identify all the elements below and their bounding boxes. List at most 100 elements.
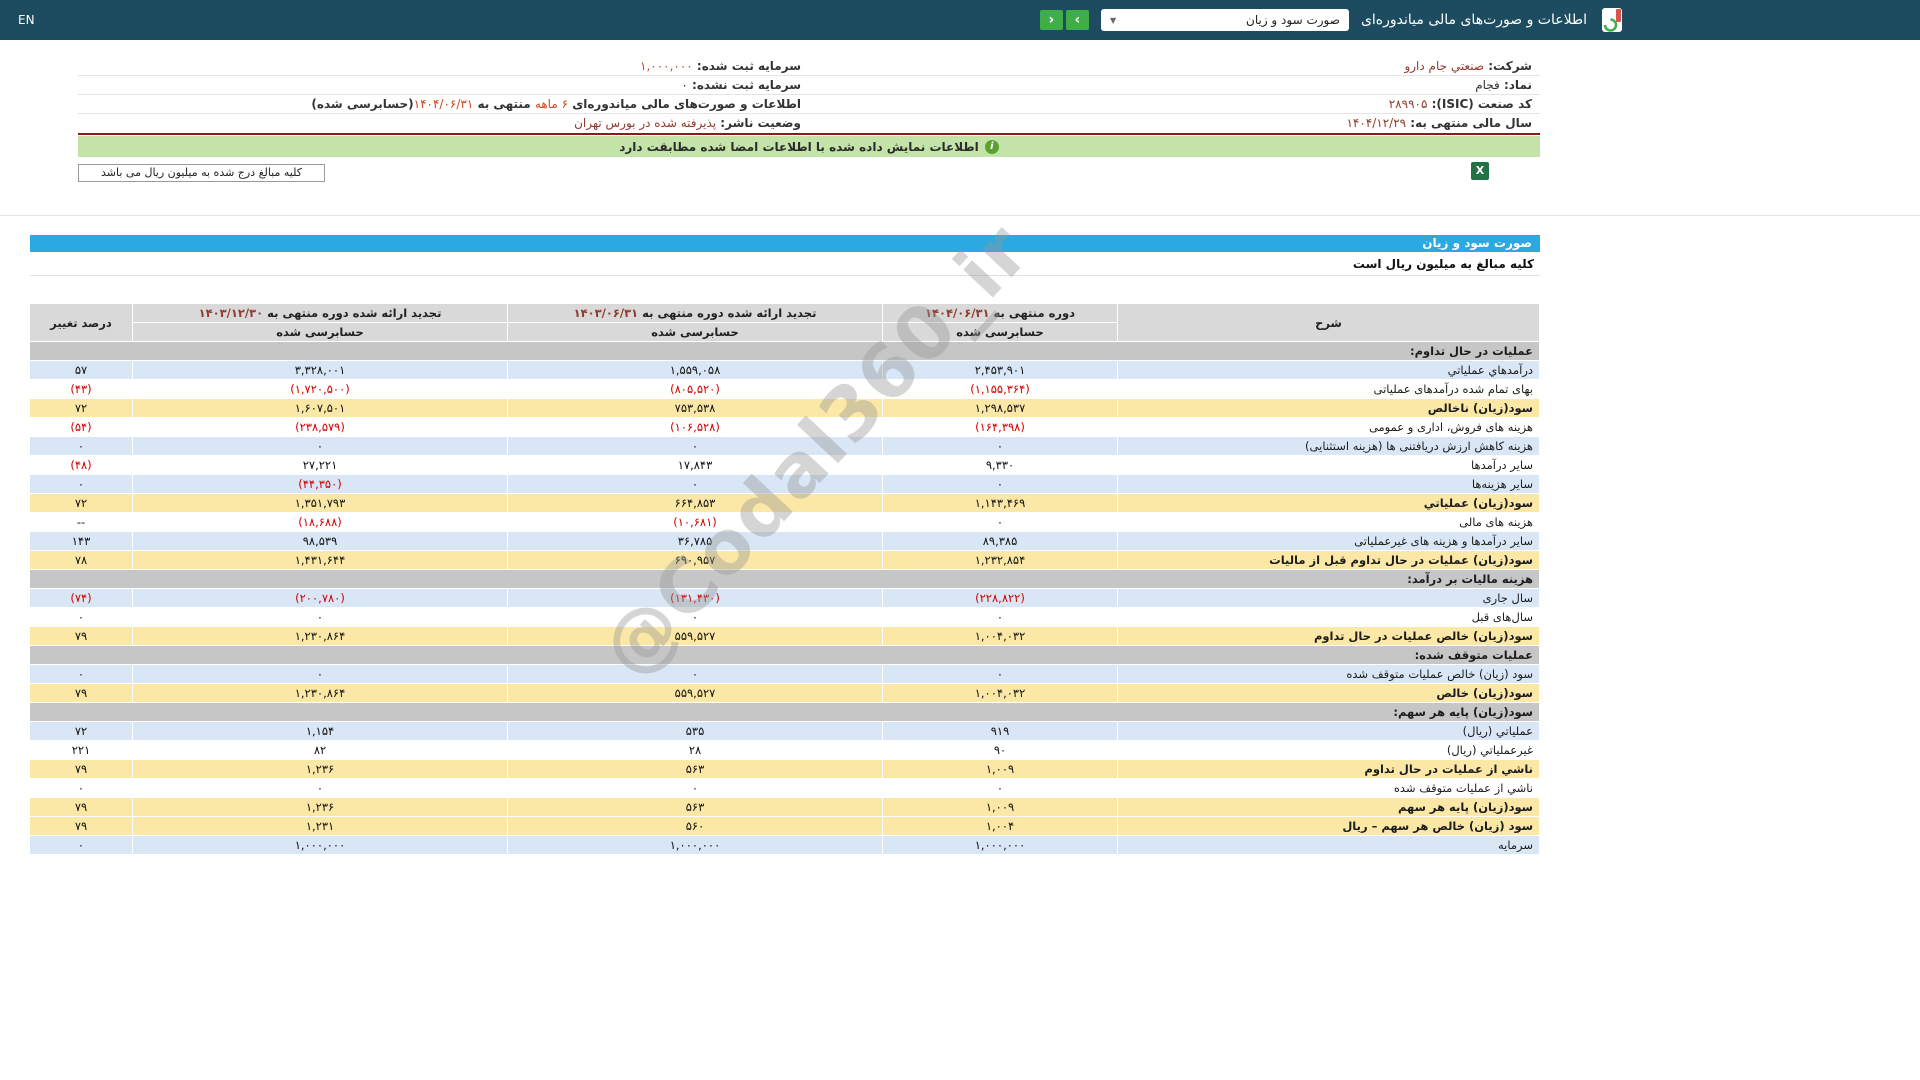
value-cell: ۰ <box>132 778 508 798</box>
period-prefix: دوره منتهی به <box>989 306 1076 320</box>
value-cell: ۱,۳۵۱,۷۹۳ <box>132 493 508 513</box>
value-cell: ۷۹ <box>29 797 133 817</box>
value-cell: ۰ <box>507 778 883 798</box>
value-cell: ۰ <box>29 607 133 627</box>
data-row: غیرعملیاتي (ریال) ۹۰ ۲۸ ۸۲ ۲۲۱ <box>29 740 1540 760</box>
field-label: وضعیت ناشر: <box>716 116 801 130</box>
value-cell: ۱,۲۳۰,۸۶۴ <box>132 683 508 703</box>
value-cell: ۰ <box>882 607 1118 627</box>
value-cell: ۲,۴۵۳,۹۰۱ <box>882 360 1118 380</box>
value-cell: (۴۸) <box>29 455 133 475</box>
value-cell: ۵۷ <box>29 360 133 380</box>
value-cell: ۵۶۳ <box>507 797 883 817</box>
period-date: ۱۴۰۳/۰۶/۳۱ <box>573 306 639 320</box>
field-label: شرکت: <box>1484 59 1532 73</box>
data-row: سایر درآمدها ۹,۳۳۰ ۱۷,۸۴۳ ۲۷,۲۲۱ (۴۸) <box>29 455 1540 475</box>
row-label: سود (زیان) خالص عملیات متوقف شده <box>1117 664 1540 684</box>
row-label: ناشي از عملیات در حال تداوم <box>1117 759 1540 779</box>
prev-period-button[interactable]: ‹ <box>1039 10 1063 30</box>
field-label: سال مالی منتهی به: <box>1406 116 1532 130</box>
row-label: سال‌های قبل <box>1117 607 1540 627</box>
data-row: سود(زیان) عملیات در حال تداوم قبل از مال… <box>29 550 1540 570</box>
value-cell: (۲۳۸,۵۷۹) <box>132 417 508 437</box>
value-cell: (۱۸,۶۸۸) <box>132 512 508 532</box>
row-label: هزینه کاهش ارزش دریافتنی ها (هزینه استثن… <box>1117 436 1540 456</box>
value-cell: ۲۷,۲۲۱ <box>132 455 508 475</box>
row-label: سود(زیان) عملیاتي <box>1117 493 1540 513</box>
value-cell: ۱,۲۳۶ <box>132 797 508 817</box>
value-cell: (۲۰۰,۷۸۰) <box>132 588 508 608</box>
value-cell: (۸۰۵,۵۲۰) <box>507 379 883 399</box>
value-cell: ۱,۲۳۲,۸۵۴ <box>882 550 1118 570</box>
data-row: هزینه کاهش ارزش دریافتنی ها (هزینه استثن… <box>29 436 1540 456</box>
excel-export-button[interactable]: X <box>1471 162 1489 180</box>
next-period-button[interactable]: › <box>1065 10 1089 30</box>
report-select-value: صورت سود و زیان <box>1246 13 1340 27</box>
col-subheader-audited: حسابرسی شده <box>882 322 1118 342</box>
value-cell: ۵۶۳ <box>507 759 883 779</box>
value-cell: ۶۹۰,۹۵۷ <box>507 550 883 570</box>
company-info-cell: سال مالی منتهی به: ۱۴۰۴/۱۲/۲۹ <box>809 114 1540 133</box>
col-subheader-audited: حسابرسی شده <box>507 322 883 342</box>
field-value: صنعتي جام دارو <box>1404 59 1485 73</box>
value-cell: ۳۶,۷۸۵ <box>507 531 883 551</box>
field-value: ۱۴۰۴/۰۶/۳۱ <box>413 97 474 111</box>
col-header-period-current: دوره منتهی به ۱۴۰۴/۰۶/۳۱ <box>882 303 1118 323</box>
row-label: بهای تمام شده درآمدهای عملیاتی <box>1117 379 1540 399</box>
section-label: سود(زیان) پایه هر سهم: <box>29 702 1540 722</box>
value-cell: ۱,۵۵۹,۰۵۸ <box>507 360 883 380</box>
row-label: غیرعملیاتي (ریال) <box>1117 740 1540 760</box>
period-date: ۱۴۰۳/۱۲/۳۰ <box>198 306 264 320</box>
data-row: درآمدهاي عملياتي ۲,۴۵۳,۹۰۱ ۱,۵۵۹,۰۵۸ ۳,۳۲۸,… <box>29 360 1540 380</box>
value-cell: ۵۵۹,۵۲۷ <box>507 626 883 646</box>
company-info-cell: کد صنعت (ISIC): ۲۸۹۹۰۵ <box>809 95 1540 113</box>
company-info-cell: نماد: فجام <box>809 76 1540 94</box>
value-cell: ۹۰ <box>882 740 1118 760</box>
data-row: سال جاری (۲۲۸,۸۲۲) (۱۳۱,۴۳۰) (۲۰۰,۷۸۰) (۷۴) <box>29 588 1540 608</box>
company-info-cell: سرمایه ثبت شده: ۱,۰۰۰,۰۰۰ <box>78 57 809 75</box>
language-toggle-en[interactable]: EN <box>18 0 35 40</box>
data-row: سود(زیان) عملیاتي ۱,۱۴۳,۴۶۹ ۶۶۴,۸۵۳ ۱,۳۵۱,۷… <box>29 493 1540 513</box>
value-cell: ۰ <box>29 436 133 456</box>
row-label: سرمایه <box>1117 835 1540 855</box>
value-cell: ۱,۲۹۸,۵۳۷ <box>882 398 1118 418</box>
value-cell: ۷۲ <box>29 493 133 513</box>
value-cell: ۰ <box>882 664 1118 684</box>
value-cell: (۱۳۱,۴۳۰) <box>507 588 883 608</box>
topbar: اطلاعات و صورت‌های مالی میاندوره‌ای صورت… <box>0 0 1920 40</box>
data-row: سود(زیان) خالص ۱,۰۰۴,۰۳۲ ۵۵۹,۵۲۷ ۱,۲۳۰,۸۶۴ ۷… <box>29 683 1540 703</box>
data-row: هزینه های مالی ۰ (۱۰,۶۸۱) (۱۸,۶۸۸) -- <box>29 512 1540 532</box>
value-cell: (۴۳) <box>29 379 133 399</box>
period-prefix: تجدید ارائه شده دوره منتهی به <box>638 306 817 320</box>
value-cell: ۹۱۹ <box>882 721 1118 741</box>
income-statement-body: عملیات در حال تداوم: درآمدهاي عملياتي ۲,۴۵… <box>29 341 1540 855</box>
row-label: درآمدهاي عملياتي <box>1117 360 1540 380</box>
value-cell: ۱,۰۰۴ <box>882 816 1118 836</box>
value-cell: ۵۶۰ <box>507 816 883 836</box>
data-row: ناشي از عملیات در حال تداوم ۱,۰۰۹ ۵۶۳ ۱,۲۳۶… <box>29 759 1540 779</box>
field-value: ۱,۰۰۰,۰۰۰ <box>640 59 693 73</box>
value-cell: ۳,۳۲۸,۰۰۱ <box>132 360 508 380</box>
value-cell: ۱,۲۳۰,۸۶۴ <box>132 626 508 646</box>
col-header-desc: شرح <box>1117 303 1540 342</box>
data-row: سال‌های قبل ۰ ۰ ۰ ۰ <box>29 607 1540 627</box>
value-cell: ۰ <box>132 664 508 684</box>
unit-note: کلیه مبالغ درج شده به میلیون ریال می باش… <box>78 164 325 182</box>
period-nav: › ‹ <box>1039 10 1089 30</box>
value-cell: ۱,۶۰۷,۵۰۱ <box>132 398 508 418</box>
report-type-select[interactable]: صورت سود و زیان ▼ <box>1100 9 1349 31</box>
value-cell: ۰ <box>132 607 508 627</box>
section-row: سود(زیان) پایه هر سهم: <box>29 702 1540 722</box>
value-cell: ۷۲ <box>29 721 133 741</box>
field-label: منتهی به <box>473 97 535 111</box>
field-label: سرمایه ثبت نشده: <box>687 78 801 92</box>
value-cell: ۷۲ <box>29 398 133 418</box>
value-cell: (۴۴,۳۵۰) <box>132 474 508 494</box>
company-info-row: شرکت: صنعتي جام دارو سرمایه ثبت شده: ۱,۰۰… <box>78 57 1540 76</box>
company-info-row: سال مالی منتهی به: ۱۴۰۴/۱۲/۲۹ وضعیت ناشر:… <box>78 114 1540 133</box>
section-divider <box>0 215 1920 216</box>
data-row: سود (زیان) خالص عملیات متوقف شده ۰ ۰ ۰ ۰ <box>29 664 1540 684</box>
section-label: عملیات در حال تداوم: <box>29 341 1540 361</box>
data-row: سود(زیان) خالص عملیات در حال تداوم ۱,۰۰۴,… <box>29 626 1540 646</box>
value-cell: ۵۵۹,۵۲۷ <box>507 683 883 703</box>
